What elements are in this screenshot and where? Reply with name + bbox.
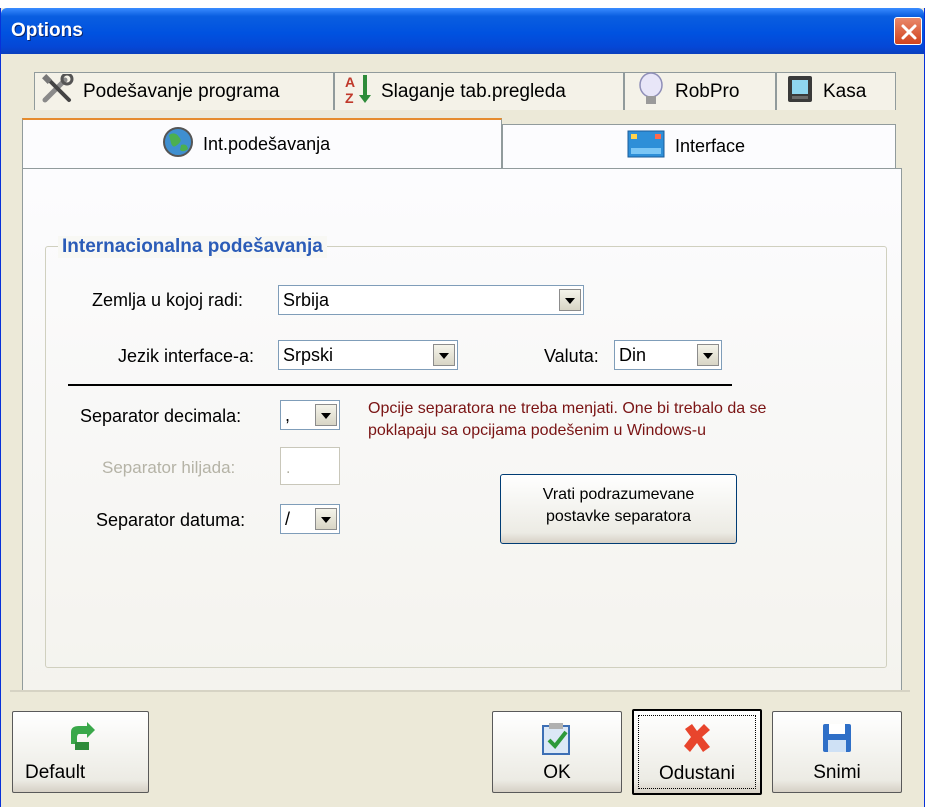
separator-note: Opcije separatora ne treba menjati. One …: [368, 400, 767, 439]
cancel-button-label: Odustani: [658, 763, 736, 784]
floppy-disk-icon: [821, 722, 853, 760]
sort-az-icon: A Z: [343, 73, 373, 111]
svg-text:A: A: [345, 74, 355, 90]
desktop-icon: [627, 130, 665, 163]
decimal-separator-select[interactable]: ,: [280, 400, 340, 430]
tab-label: Slaganje tab.pregleda: [381, 80, 566, 102]
language-select[interactable]: Srpski: [278, 340, 458, 370]
red-x-icon: [680, 721, 714, 761]
save-button-label: Snimi: [813, 762, 861, 783]
country-select[interactable]: Srbija: [278, 285, 584, 315]
tab-kasa[interactable]: Kasa: [776, 72, 896, 110]
date-separator-label: Separator datuma:: [96, 510, 246, 530]
date-separator-value: /: [285, 509, 291, 529]
title-bar: Options: [1, 8, 924, 54]
tab-label: Podešavanje programa: [83, 80, 280, 102]
tab-label: Kasa: [823, 80, 867, 102]
chevron-down-icon[interactable]: [315, 404, 337, 426]
save-button[interactable]: Snimi: [772, 711, 902, 793]
tools-icon: [41, 72, 75, 110]
decimal-separator-value: ,: [285, 405, 291, 425]
language-label: Jezik interface-a:: [118, 346, 255, 366]
default-button-label: Default: [25, 762, 86, 783]
tab-podesavanje-programa[interactable]: Podešavanje programa: [34, 72, 334, 110]
chevron-down-icon[interactable]: [433, 344, 455, 366]
restore-line2: postavke separatora: [546, 508, 691, 525]
tab-label: RobPro: [675, 80, 740, 102]
currency-value: Din: [619, 345, 647, 365]
tab-label: Int.podešavanja: [203, 133, 331, 154]
thousand-separator-value: .: [286, 460, 291, 477]
restore-separators-button[interactable]: Vrati podrazumevane postavke separatora: [500, 474, 737, 544]
language-value: Srpski: [283, 345, 334, 365]
divider-line: [68, 384, 732, 386]
globe-icon: [161, 125, 195, 164]
thousand-separator-input: .: [280, 447, 340, 485]
ok-button[interactable]: OK: [492, 711, 622, 793]
tab-robpro[interactable]: RobPro: [624, 71, 776, 112]
chevron-down-icon[interactable]: [315, 508, 337, 530]
currency-select[interactable]: Din: [614, 340, 722, 370]
checkmark-icon: [541, 722, 573, 762]
close-button[interactable]: [894, 17, 922, 45]
bottom-divider: [10, 690, 910, 692]
ok-button-label: OK: [543, 762, 571, 783]
chevron-down-icon[interactable]: [697, 344, 719, 366]
refresh-arrow-icon: [65, 722, 97, 760]
currency-label: Valuta:: [544, 346, 599, 366]
tab-int-podesavanja[interactable]: Int.podešavanja: [22, 118, 502, 168]
decimal-separator-label: Separator decimala:: [80, 406, 242, 426]
close-icon: [901, 24, 917, 40]
restore-line1: Vrati podrazumevane: [542, 486, 695, 503]
window-title: Options: [11, 20, 83, 41]
group-title: Internacionalna podešavanja: [58, 236, 327, 258]
country-label: Zemlja u kojoj radi:: [92, 290, 244, 310]
cancel-button[interactable]: Odustani: [632, 709, 762, 795]
tab-interface[interactable]: Interface: [502, 124, 896, 168]
cash-register-icon: [785, 73, 815, 111]
tab-label: Interface: [675, 136, 746, 156]
date-separator-select[interactable]: /: [280, 504, 340, 534]
tab-slaganje-tab-pregleda[interactable]: A Z Slaganje tab.pregleda: [334, 72, 624, 110]
country-value: Srbija: [283, 290, 330, 310]
lightbulb-icon: [635, 71, 667, 112]
default-button[interactable]: Default: [12, 711, 149, 793]
thousand-separator-label: Separator hiljada:: [102, 458, 236, 477]
chevron-down-icon[interactable]: [559, 289, 581, 311]
svg-text:Z: Z: [345, 90, 354, 105]
